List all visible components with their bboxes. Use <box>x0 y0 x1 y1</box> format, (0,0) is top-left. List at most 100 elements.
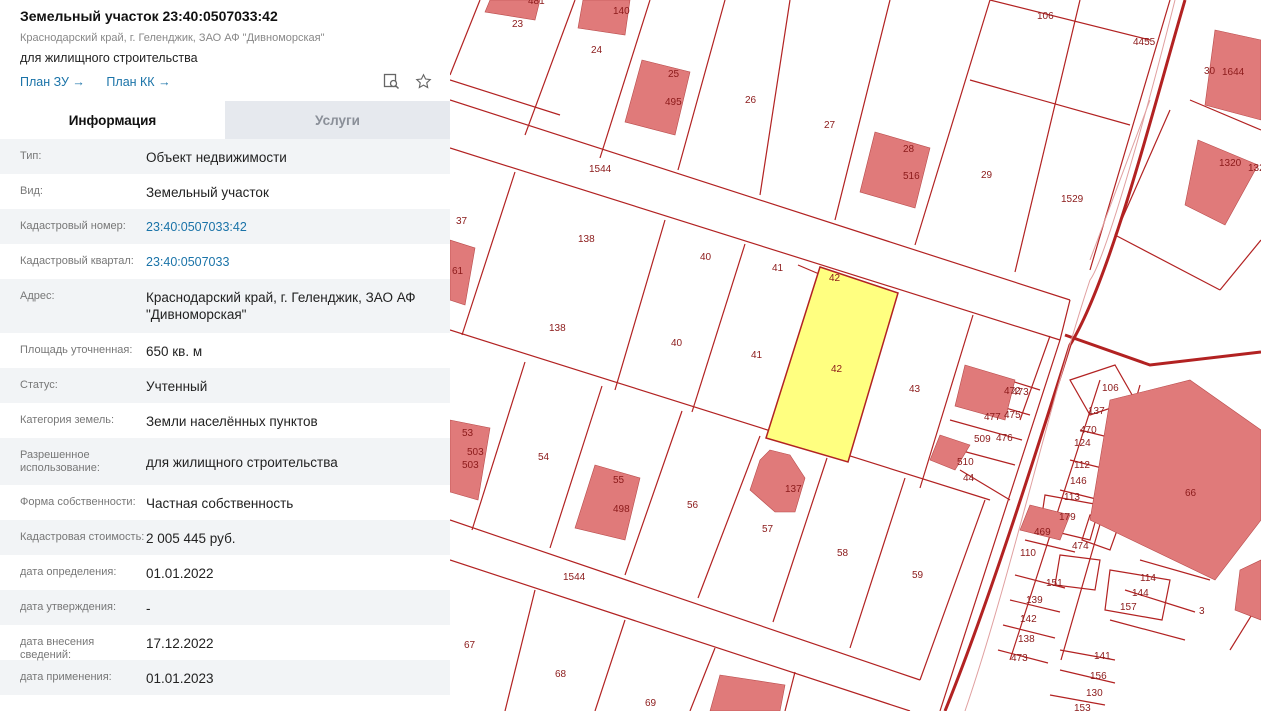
parcel-label: 470 <box>1080 425 1097 436</box>
parcel-label: 110 <box>1020 548 1036 559</box>
parcel-label: 67 <box>464 640 476 651</box>
parcel-label: 473 <box>1011 653 1028 664</box>
parcel-label: 66 <box>1185 488 1197 499</box>
parcel-label: 106 <box>1037 11 1054 22</box>
parcel-label: 153 <box>1074 703 1091 711</box>
parcel-label: 114 <box>1140 573 1156 584</box>
row-value: для жилищного строительства <box>146 455 338 470</box>
parcel-label: 140 <box>613 6 630 17</box>
row-value: Земли населённых пунктов <box>146 414 318 429</box>
parcel-label: 138 <box>1018 634 1035 645</box>
parcel-label: 106 <box>1102 383 1119 394</box>
parcel-label: 112 <box>1074 460 1090 471</box>
parcel-label: 179 <box>1059 512 1076 523</box>
row-kind: Вид: Земельный участок <box>0 174 450 209</box>
row-date-approved: дата утверждения: - <box>0 590 450 625</box>
row-date-entered: дата внесения сведений: 17.12.2022 <box>0 625 450 661</box>
row-value: 17.12.2022 <box>146 636 214 651</box>
parcel-label: 142 <box>1020 614 1037 625</box>
header-actions <box>382 72 432 90</box>
parcel-label: 43 <box>909 384 921 395</box>
map-canvas[interactable]: 481231402425495 2627106445530 164428516 291… <box>450 0 1261 711</box>
plan-kk-link[interactable]: План КК → <box>106 75 170 89</box>
parcel-label: 40 <box>700 252 712 263</box>
parcel-label: 469 <box>1034 527 1051 538</box>
row-cadastral-value: Кадастровая стоимость: 2 005 445 руб. <box>0 520 450 555</box>
parcel-label: 1544 <box>563 572 586 583</box>
row-type: Тип: Объект недвижимости <box>0 139 450 174</box>
parcel-label: 124 <box>1074 438 1091 449</box>
row-key: дата внесения сведений: <box>20 636 95 661</box>
parcel-label: 3 <box>1199 606 1205 617</box>
row-key: Форма собственности: <box>20 496 136 508</box>
parcel-label: 1644 <box>1222 67 1245 78</box>
parcel-label: 475 <box>1004 410 1021 421</box>
search-document-icon[interactable] <box>382 72 400 90</box>
parcel-label: 477 <box>984 412 1001 423</box>
parcel-label: 498 <box>613 504 630 515</box>
tab-services[interactable]: Услуги <box>225 101 450 139</box>
row-key: Разрешенное использование: <box>20 449 100 474</box>
cadastral-number-link[interactable]: 23:40:0507033:42 <box>146 209 450 236</box>
parcel-label: 113 <box>1064 492 1080 503</box>
parcel-label: 137 <box>1088 406 1105 417</box>
row-status: Статус: Учтенный <box>0 368 450 403</box>
parcel-label: 495 <box>665 97 682 108</box>
parcel-label: 130 <box>1086 688 1103 699</box>
parcel-label: 26 <box>745 95 757 106</box>
row-value: 01.01.2022 <box>146 566 214 581</box>
parcel-label: 137 <box>785 484 802 495</box>
parcel-label: 151 <box>1046 578 1063 589</box>
parcel-label: 44 <box>963 473 975 484</box>
plan-zu-link[interactable]: План ЗУ → <box>20 75 85 89</box>
parcel-label: 55 <box>613 475 625 486</box>
row-land-category: Категория земель: Земли населённых пункто… <box>0 403 450 438</box>
parcel-label: 476 <box>996 433 1013 444</box>
parcel-label: 54 <box>538 452 550 463</box>
parcel-label: 139 <box>1026 595 1043 606</box>
parcel-label: 29 <box>981 170 993 181</box>
row-key: Площадь уточненная: <box>20 344 133 356</box>
row-key: Статус: <box>20 379 58 391</box>
row-value: - <box>146 601 151 616</box>
parcel-label: 141 <box>1094 651 1111 662</box>
row-cadastral-number: Кадастровый номер: 23:40:0507033:42 <box>0 209 450 244</box>
row-date-applied: дата применения: 01.01.2023 <box>0 660 450 695</box>
row-value: Объект недвижимости <box>146 150 287 165</box>
tab-info[interactable]: Информация <box>0 101 225 139</box>
row-key: Тип: <box>20 150 42 162</box>
row-value: Земельный участок <box>146 185 269 200</box>
parcel-label: 146 <box>1070 476 1087 487</box>
parcel-label: 1322 <box>1248 163 1261 174</box>
row-value: 650 кв. м <box>146 344 203 359</box>
parcel-label: 25 <box>668 69 680 80</box>
parcel-label: 57 <box>762 524 774 535</box>
row-value: Частная собственность <box>146 496 294 511</box>
parcel-label: 42 <box>829 273 841 284</box>
parcel-label: 1320 <box>1219 158 1242 169</box>
parcel-label: 1544 <box>589 164 612 175</box>
parcel-label: 41 <box>772 263 784 274</box>
row-key: Кадастровая стоимость: <box>20 531 145 543</box>
row-key: Категория земель: <box>20 414 115 426</box>
row-key: дата применения: <box>20 671 112 683</box>
row-key: Кадастровый номер: <box>20 220 126 232</box>
parcel-label: 59 <box>912 570 924 581</box>
parcel-label: 4455 <box>1133 37 1156 48</box>
parcel-label: 58 <box>837 548 849 559</box>
parcel-label: 56 <box>687 500 699 511</box>
parcel-label: 503 <box>467 447 484 458</box>
parcel-label: 481 <box>528 0 545 7</box>
row-key: Вид: <box>20 185 43 197</box>
parcel-label: 37 <box>456 216 468 227</box>
attributes-table: Тип: Объект недвижимости Вид: Земельный уч… <box>0 139 450 695</box>
parcel-label: 28 <box>903 144 915 155</box>
parcel-label: 156 <box>1090 671 1107 682</box>
plan-links: План ЗУ → План КК → <box>20 75 189 89</box>
cadastral-map[interactable]: 481 23 140 24 25 495 26 27 106 4455 30 1644 28 516 29 1… <box>450 0 1261 711</box>
row-permitted-use: Разрешенное использование: для жилищного … <box>0 438 450 485</box>
parcel-label: 138 <box>549 323 566 334</box>
cadastral-quarter-link[interactable]: 23:40:0507033 <box>146 244 450 271</box>
parcel-label: 42 <box>831 364 843 375</box>
star-icon[interactable] <box>414 72 432 90</box>
